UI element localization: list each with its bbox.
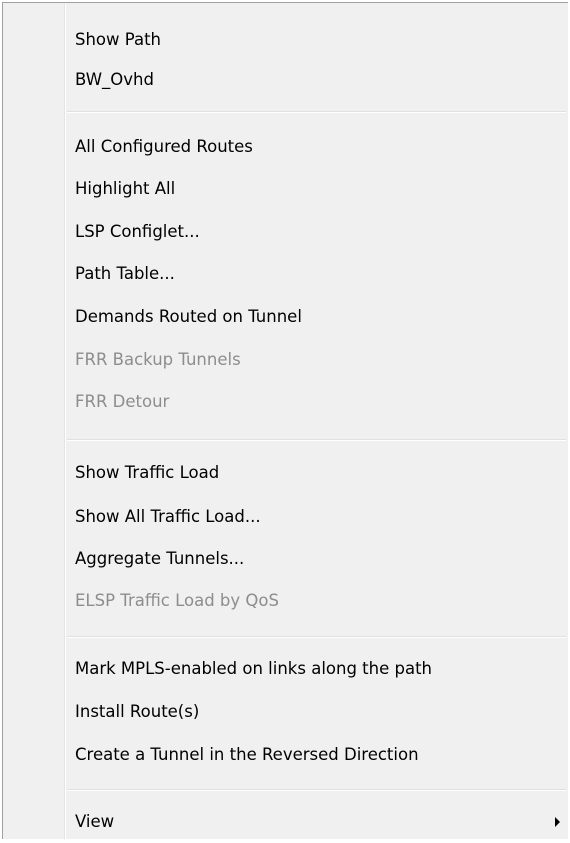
menu-item-frr-backup-tunnels: FRR Backup Tunnels <box>75 350 241 369</box>
menu-item-create-reversed-tunnel[interactable]: Create a Tunnel in the Reversed Directio… <box>3 735 568 775</box>
menu-item-lsp-configlet[interactable]: LSP Configlet... <box>3 212 568 252</box>
menu-item-show-path[interactable]: Show Path <box>3 20 568 60</box>
menu-item-view-label: View <box>75 812 115 831</box>
menu-item-aggregate-tunnels[interactable]: Aggregate Tunnels... <box>3 539 568 579</box>
menu-item-mark-mpls-enabled[interactable]: Mark MPLS-enabled on links along the pat… <box>3 649 568 689</box>
menu-item-show-traffic-load[interactable]: Show Traffic Load <box>3 453 568 493</box>
menu-separator <box>67 439 566 441</box>
menu-item-install-routes[interactable]: Install Route(s) <box>3 692 568 732</box>
menu-item-elsp-traffic-load-by-qos: ELSP Traffic Load by QoS <box>75 591 279 610</box>
menu-item-path-table[interactable]: Path Table... <box>3 254 568 294</box>
menu-item-frr-detour: FRR Detour <box>75 392 170 411</box>
menu-item-bw-ovhd[interactable]: BW_Ovhd <box>3 60 568 100</box>
menu-separator <box>67 789 566 791</box>
chevron-right-icon <box>555 817 560 827</box>
menu-separator <box>67 111 566 113</box>
menu-item-show-all-traffic-load[interactable]: Show All Traffic Load... <box>3 497 568 537</box>
menu-item-demands-routed-on-tunnel[interactable]: Demands Routed on Tunnel <box>3 297 568 337</box>
menu-item-highlight-all[interactable]: Highlight All <box>3 169 568 209</box>
menu-item-view[interactable]: View <box>3 802 568 842</box>
context-menu: Show Path BW_Ovhd All Configured Routes … <box>2 2 568 839</box>
menu-item-all-configured-routes[interactable]: All Configured Routes <box>3 127 568 167</box>
menu-separator <box>67 636 566 638</box>
